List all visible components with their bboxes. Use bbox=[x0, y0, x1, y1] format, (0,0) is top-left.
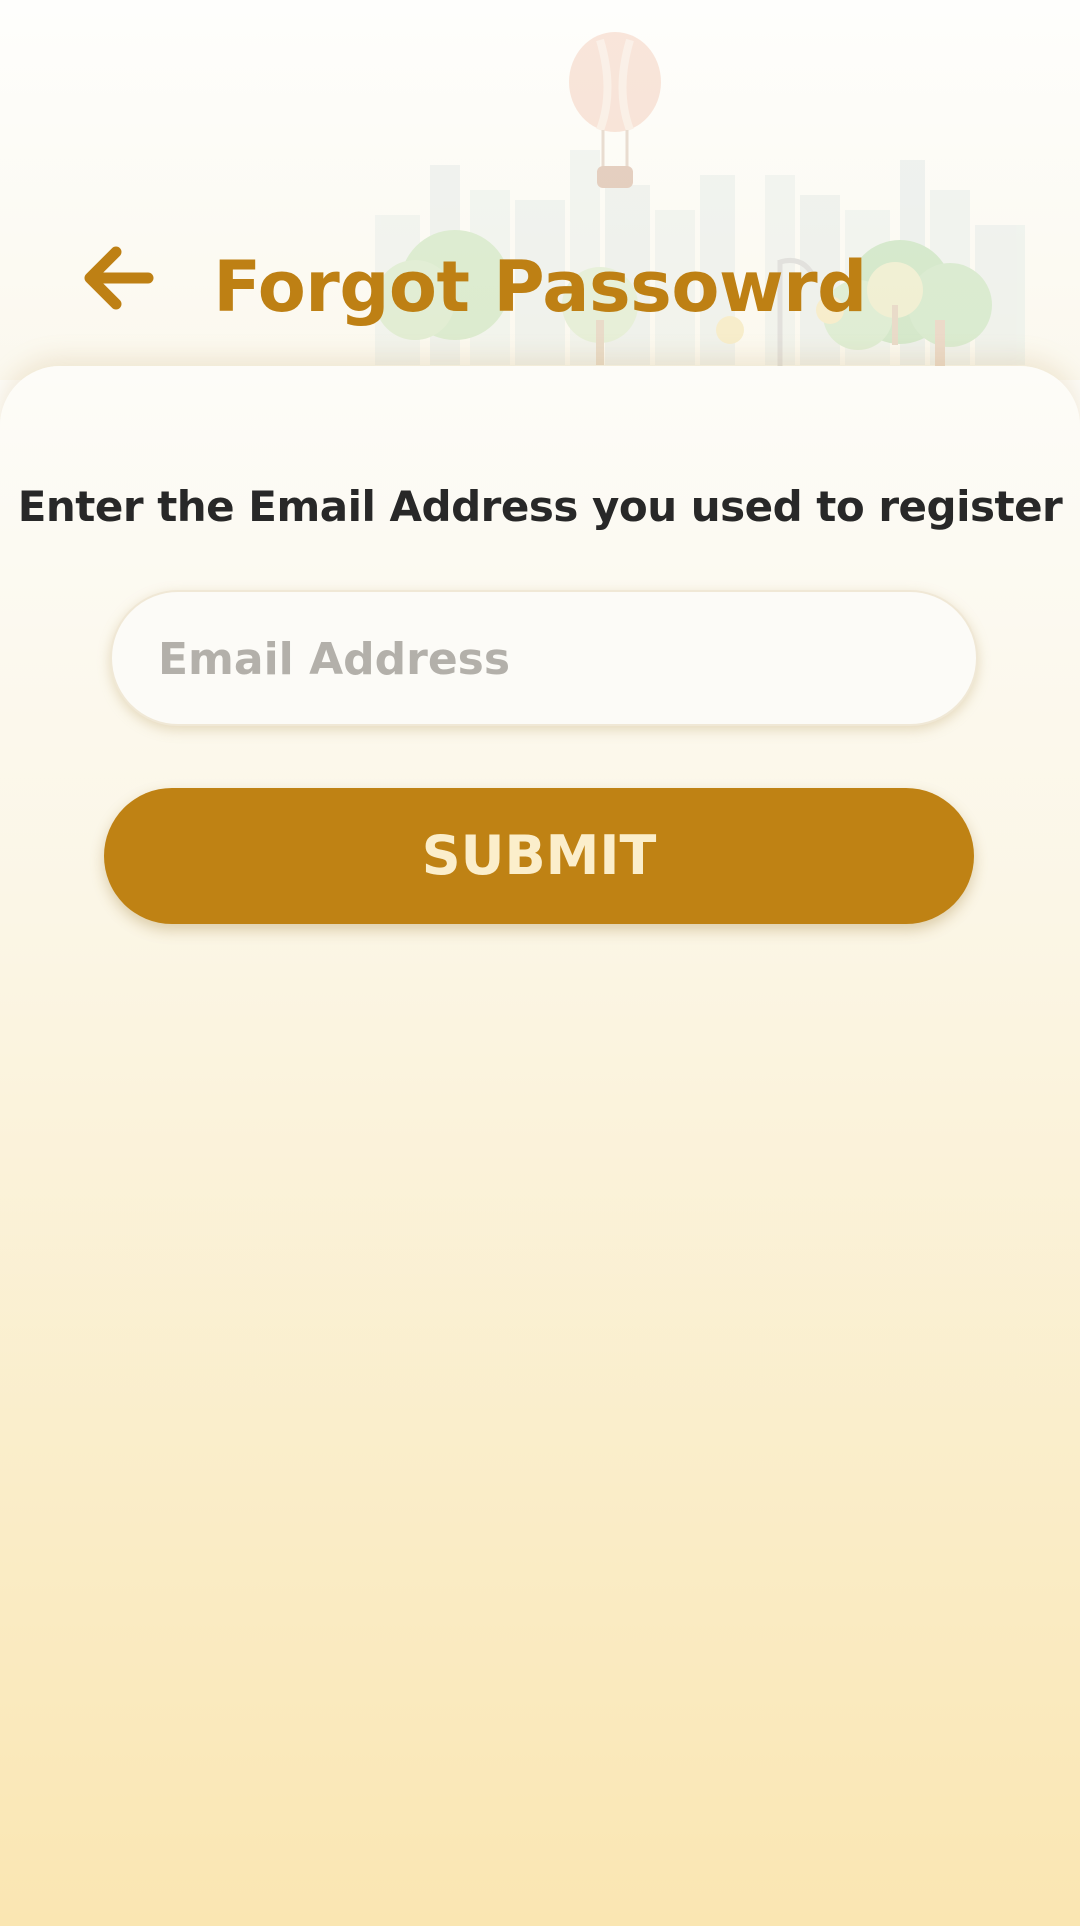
page-title: Forgot Passowrd bbox=[213, 246, 867, 328]
email-field[interactable] bbox=[110, 590, 978, 726]
email-input[interactable] bbox=[156, 592, 940, 726]
form-card: Enter the Email Address you used to regi… bbox=[0, 366, 1080, 1926]
submit-button[interactable]: SUBMIT bbox=[104, 788, 974, 924]
instruction-text: Enter the Email Address you used to regi… bbox=[17, 482, 1063, 531]
header: Forgot Passowrd bbox=[0, 0, 1080, 380]
